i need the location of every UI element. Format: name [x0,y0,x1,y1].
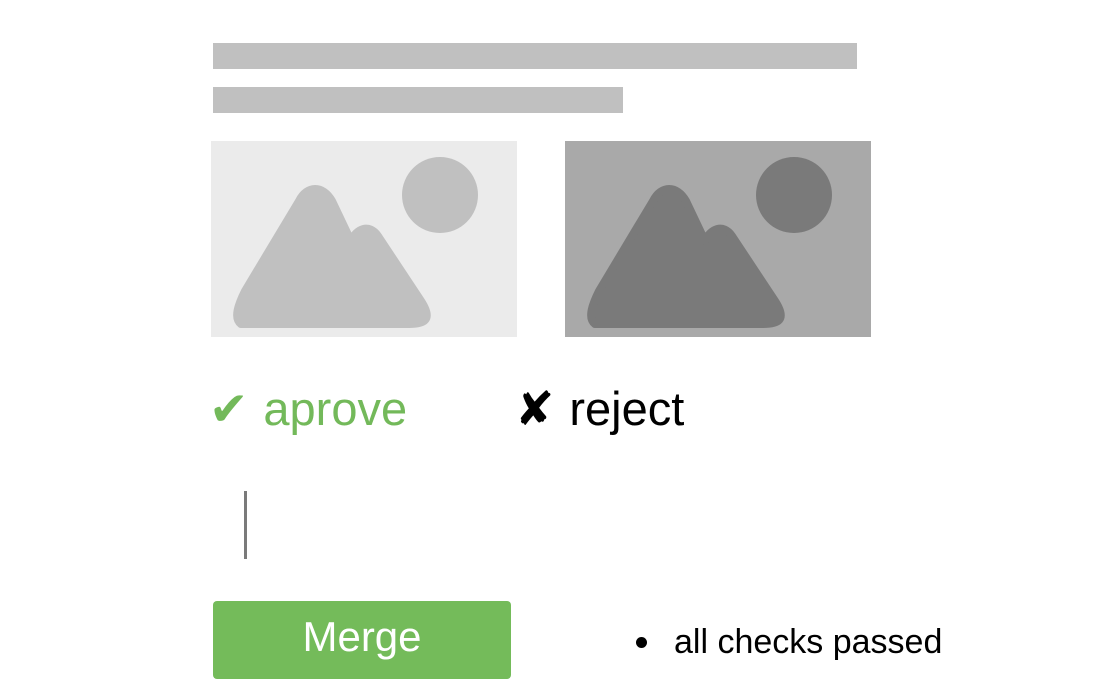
approve-option[interactable]: ✔ aprove [209,376,407,440]
image-option-dark[interactable] [565,141,871,337]
approve-label: aprove [263,381,408,435]
reject-label: reject [569,381,685,435]
image-option-light[interactable] [211,141,517,337]
reject-option[interactable]: ✘ reject [515,376,684,440]
placeholder-text-line [213,43,857,69]
status-text: all checks passed [674,622,943,661]
cross-icon: ✘ [515,381,555,435]
text-input-caret[interactable] [244,491,247,559]
merge-button[interactable]: Merge [213,601,511,679]
image-placeholder-icon [565,141,871,337]
bullet-icon [636,636,647,648]
status-item: all checks passed [636,622,942,662]
image-placeholder-icon [211,141,517,337]
checkmark-icon: ✔ [209,381,249,435]
placeholder-text-line [213,87,623,113]
